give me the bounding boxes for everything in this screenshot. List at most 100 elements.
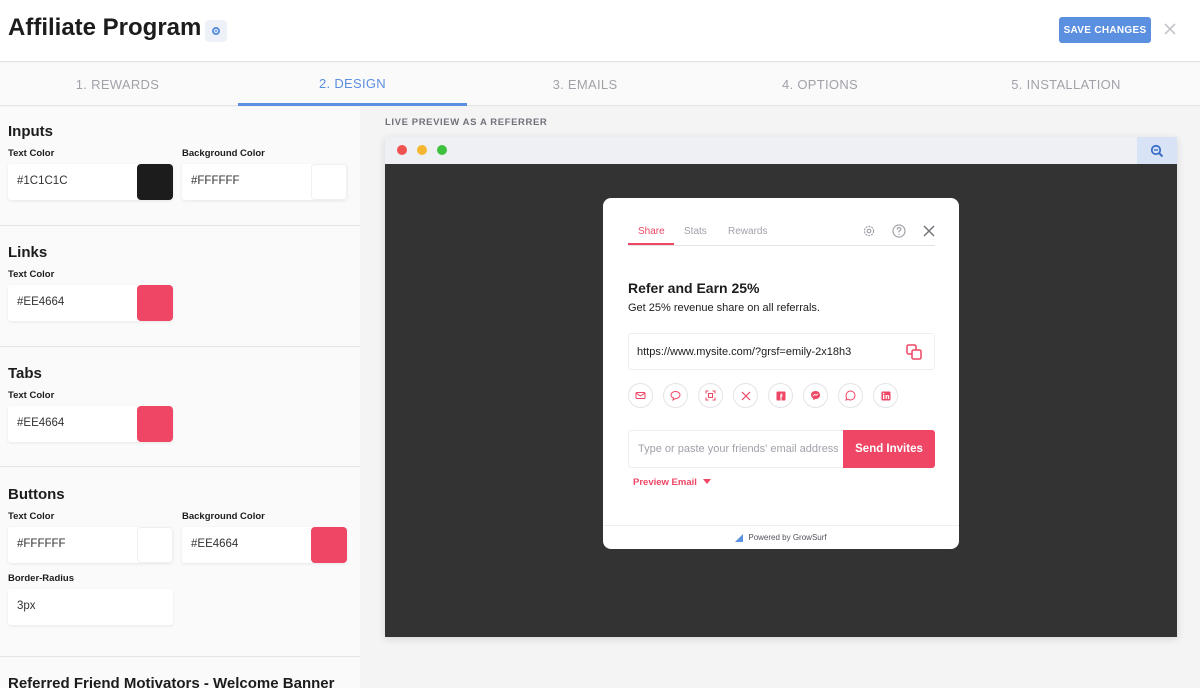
field-label: Text Color: [8, 269, 55, 280]
widget-subheading: Get 25% revenue share on all referrals.: [628, 302, 820, 314]
widget-settings-button[interactable]: [861, 223, 877, 239]
widget-help-button[interactable]: [891, 223, 907, 239]
widget-tab-divider: [628, 245, 935, 246]
widget-heading: Refer and Earn 25%: [628, 280, 760, 296]
color-value: #EE4664: [191, 538, 239, 550]
close-button[interactable]: [1161, 20, 1179, 38]
radius-value: 3px: [17, 600, 36, 612]
buttons-section: Buttons Text Color #FFFFFF Background Co…: [0, 467, 360, 657]
tab-emails[interactable]: 3. EMAILS: [470, 63, 700, 106]
field-label: Background Color: [182, 511, 265, 522]
widget-tab-share[interactable]: Share: [638, 226, 665, 237]
browser-toolbar: [385, 137, 1177, 164]
email-icon: [635, 392, 646, 399]
gear-icon: [863, 225, 875, 237]
tab-rewards[interactable]: 1. REWARDS: [0, 63, 235, 106]
share-qr-button[interactable]: [698, 383, 723, 408]
whatsapp-icon: [845, 390, 856, 401]
widget-tab-stats[interactable]: Stats: [684, 226, 707, 237]
design-settings-panel: Inputs Text Color #1C1C1C Background Col…: [0, 107, 360, 688]
friend-email-input[interactable]: Type or paste your friends' email addres…: [628, 430, 844, 468]
share-email-button[interactable]: [628, 383, 653, 408]
widget-footer: Powered by GrowSurf: [603, 525, 959, 549]
color-swatch[interactable]: [311, 527, 347, 563]
share-whatsapp-button[interactable]: [838, 383, 863, 408]
field-label: Border-Radius: [8, 573, 74, 584]
close-icon: [923, 225, 935, 237]
messenger-icon: [811, 391, 820, 400]
color-value: #EE4664: [17, 296, 65, 308]
x-icon: [741, 391, 750, 400]
preview-label: LIVE PREVIEW AS A REFERRER: [385, 117, 548, 128]
tab-text-color-field[interactable]: #EE4664: [8, 406, 173, 442]
preview-email-label: Preview Email: [633, 477, 697, 488]
window-maximize-dot: [437, 145, 447, 155]
share-messenger-button[interactable]: [803, 383, 828, 408]
tab-installation[interactable]: 5. INSTALLATION: [940, 63, 1192, 106]
button-background-color-field[interactable]: #EE4664: [182, 527, 347, 563]
step-tabs: 1. REWARDS 2. DESIGN 3. EMAILS 4. OPTION…: [0, 63, 1200, 106]
color-swatch[interactable]: [137, 527, 173, 563]
email-placeholder: Type or paste your friends' email addres…: [638, 443, 838, 455]
powered-by-text[interactable]: Powered by GrowSurf: [748, 533, 826, 542]
share-linkedin-button[interactable]: [873, 383, 898, 408]
preview-canvas: Share Stats Rewards Refer and Earn 25% G…: [385, 164, 1177, 637]
browser-preview: Share Stats Rewards Refer and Earn 25% G…: [385, 137, 1177, 637]
color-value: #FFFFFF: [191, 175, 240, 187]
copy-icon[interactable]: [905, 343, 923, 361]
tab-design[interactable]: 2. DESIGN: [238, 63, 467, 106]
field-label: Text Color: [8, 390, 55, 401]
help-icon: [892, 224, 906, 238]
sms-icon: [670, 390, 681, 401]
tabs-section: Tabs Text Color #EE4664: [0, 347, 360, 467]
color-value: #EE4664: [17, 417, 65, 429]
qr-code-icon: [705, 390, 716, 401]
color-swatch[interactable]: [137, 406, 173, 442]
header-bar: Affiliate Program SAVE CHANGES: [0, 0, 1200, 62]
share-sms-button[interactable]: [663, 383, 688, 408]
widget-close-button[interactable]: [921, 223, 937, 239]
field-label: Background Color: [182, 148, 265, 159]
welcome-banner-section-title: Referred Friend Motivators - Welcome Ban…: [8, 675, 335, 688]
field-label: Text Color: [8, 511, 55, 522]
input-text-color-field[interactable]: #1C1C1C: [8, 164, 173, 200]
widget-tab-active-indicator: [628, 243, 674, 245]
share-x-button[interactable]: [733, 383, 758, 408]
program-settings-button[interactable]: [205, 20, 227, 42]
widget-tab-rewards[interactable]: Rewards: [728, 226, 767, 237]
window-close-dot: [397, 145, 407, 155]
caret-down-icon: [702, 479, 711, 484]
section-title: Inputs: [8, 123, 53, 140]
inputs-section: Inputs Text Color #1C1C1C Background Col…: [0, 107, 360, 226]
border-radius-field[interactable]: 3px: [8, 589, 173, 625]
linkedin-icon: [881, 391, 890, 400]
color-swatch[interactable]: [311, 164, 347, 200]
zoom-button[interactable]: [1137, 137, 1177, 164]
gear-icon: [212, 27, 220, 35]
section-title: Buttons: [8, 486, 65, 503]
referral-widget: Share Stats Rewards Refer and Earn 25% G…: [603, 198, 959, 549]
page-title: Affiliate Program: [8, 14, 202, 41]
tab-options[interactable]: 4. OPTIONS: [700, 63, 940, 106]
color-swatch[interactable]: [137, 285, 173, 321]
share-link-text: https://www.mysite.com/?grsf=emily-2x18h…: [637, 346, 852, 358]
save-changes-button[interactable]: SAVE CHANGES: [1059, 17, 1151, 43]
link-text-color-field[interactable]: #EE4664: [8, 285, 173, 321]
share-facebook-button[interactable]: [768, 383, 793, 408]
links-section: Links Text Color #EE4664: [0, 226, 360, 347]
preview-email-toggle[interactable]: Preview Email: [633, 477, 711, 488]
section-title: Links: [8, 244, 48, 261]
zoom-out-icon: [1150, 144, 1164, 157]
close-icon: [1164, 23, 1176, 35]
button-text-color-field[interactable]: #FFFFFF: [8, 527, 173, 563]
window-minimize-dot: [417, 145, 427, 155]
facebook-icon: [776, 391, 785, 400]
input-background-color-field[interactable]: #FFFFFF: [182, 164, 347, 200]
share-link-field[interactable]: https://www.mysite.com/?grsf=emily-2x18h…: [628, 333, 935, 370]
field-label: Text Color: [8, 148, 55, 159]
color-swatch[interactable]: [137, 164, 173, 200]
color-value: #FFFFFF: [17, 538, 66, 550]
growsurf-logo-icon: [735, 533, 744, 542]
send-invites-button[interactable]: Send Invites: [843, 430, 935, 468]
color-value: #1C1C1C: [17, 175, 68, 187]
